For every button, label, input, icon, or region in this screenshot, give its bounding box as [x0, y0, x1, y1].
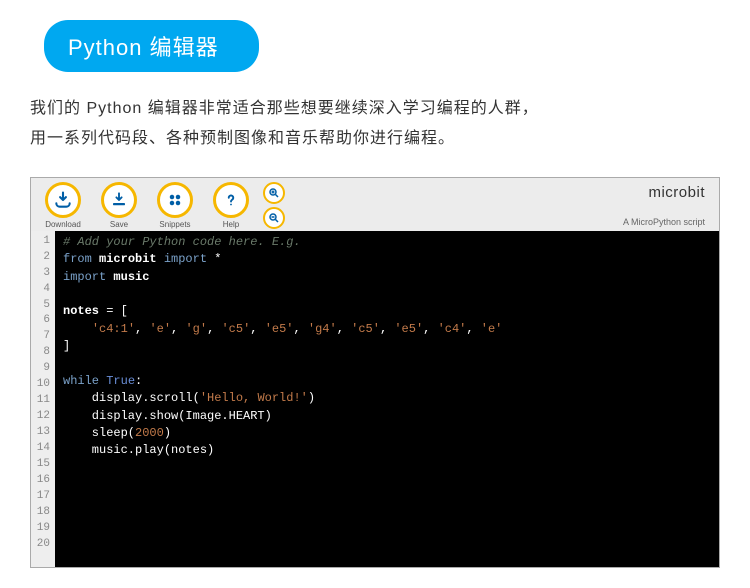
- brand-name: microbit: [623, 184, 705, 201]
- brand-subtitle: A MicroPython script: [623, 217, 705, 227]
- code-editor[interactable]: 1 2 3 4 5 6 7 8 9 10 11 12 13 14 15 16 1…: [31, 231, 719, 567]
- intro-line-1: 我们的 Python 编辑器非常适合那些想要继续深入学习编程的人群，: [30, 100, 539, 117]
- code-content[interactable]: # Add your Python code here. E.g. from m…: [55, 231, 719, 567]
- save-label: Save: [110, 220, 128, 229]
- intro-text: 我们的 Python 编辑器非常适合那些想要继续深入学习编程的人群， 用一系列代…: [30, 94, 720, 155]
- editor-window: Download Save Snippets: [30, 177, 720, 568]
- section-header: Python 编辑器: [44, 20, 259, 72]
- help-label: Help: [223, 220, 239, 229]
- download-button[interactable]: Download: [39, 182, 87, 229]
- download-icon: [45, 182, 81, 218]
- zoom-in-button[interactable]: [263, 182, 285, 204]
- save-icon: [101, 182, 137, 218]
- zoom-controls: [263, 182, 285, 229]
- help-button[interactable]: Help: [207, 182, 255, 229]
- snippets-icon: [157, 182, 193, 218]
- download-label: Download: [45, 220, 81, 229]
- snippets-button[interactable]: Snippets: [151, 182, 199, 229]
- intro-line-2: 用一系列代码段、各种预制图像和音乐帮助你进行编程。: [30, 130, 455, 147]
- brand-block: microbit A MicroPython script: [623, 184, 711, 227]
- editor-toolbar: Download Save Snippets: [31, 178, 719, 231]
- zoom-out-button[interactable]: [263, 207, 285, 229]
- section-header-text: Python 编辑器: [68, 35, 219, 60]
- snippets-label: Snippets: [159, 220, 190, 229]
- line-number-gutter: 1 2 3 4 5 6 7 8 9 10 11 12 13 14 15 16 1…: [31, 231, 55, 567]
- save-button[interactable]: Save: [95, 182, 143, 229]
- help-icon: [213, 182, 249, 218]
